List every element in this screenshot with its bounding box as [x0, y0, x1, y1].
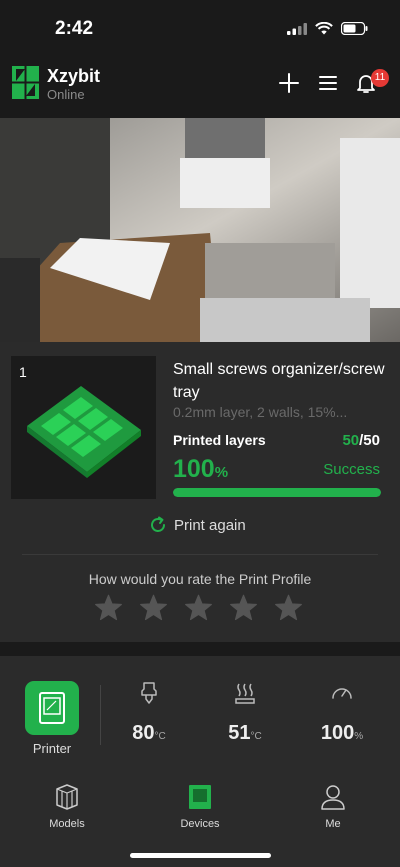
notification-badge: 11 — [371, 69, 389, 87]
tab-devices[interactable]: Devices — [160, 783, 240, 830]
cellular-signal-icon — [287, 22, 307, 35]
printer-button[interactable] — [25, 681, 79, 735]
job-status: Success — [323, 461, 380, 478]
print-job-panel: 1 Small screws organizer/screw tray 0.2m… — [0, 342, 400, 642]
camera-image — [0, 118, 400, 342]
model-preview-image — [27, 386, 141, 478]
divider — [22, 554, 378, 555]
bed-temp-value: 51°C — [205, 722, 285, 745]
app-name: Xzybit — [47, 66, 101, 86]
printed-layers-value: 50/50 — [342, 432, 380, 449]
app-header: Xzybit Online — [0, 58, 400, 118]
rating-title: How would you rate the Print Profile — [88, 571, 312, 587]
job-title: Small screws organizer/screw tray — [173, 361, 385, 401]
nozzle-temp-value: 80°C — [109, 722, 189, 745]
tab-me-label: Me — [325, 818, 341, 830]
job-number: 1 — [19, 364, 27, 380]
star-icon[interactable] — [94, 594, 123, 622]
menu-icon[interactable] — [316, 71, 340, 95]
nozzle-temp-stat[interactable]: 80°C — [109, 681, 189, 745]
status-icons — [287, 22, 368, 35]
xzybit-logo-icon — [12, 66, 39, 99]
battery-icon — [341, 22, 368, 35]
devices-icon — [189, 785, 211, 809]
printer-icon — [39, 692, 65, 724]
rating-stars — [94, 594, 303, 622]
bed-temp-stat[interactable]: 51°C — [205, 681, 285, 745]
star-icon[interactable] — [229, 594, 258, 622]
tab-models-label: Models — [49, 818, 85, 830]
printer-dock: Printer 80°C 51°C 100% Models Devices Me — [0, 656, 400, 867]
progress-percent-value: 100 — [173, 455, 215, 483]
nozzle-temp-number: 80 — [132, 722, 155, 744]
progress-percent: 100% — [173, 455, 228, 484]
tab-devices-label: Devices — [180, 818, 220, 830]
status-time: 2:42 — [55, 18, 94, 39]
progress-bar — [173, 488, 381, 497]
layers-total: /50 — [359, 432, 380, 449]
job-description: 0.2mm layer, 2 walls, 15%... — [173, 404, 348, 420]
star-icon[interactable] — [139, 594, 168, 622]
tab-models[interactable]: Models — [27, 783, 107, 830]
model-thumbnail[interactable]: 1 — [11, 356, 156, 499]
status-bar: 2:42 — [0, 0, 400, 58]
layers-current: 50 — [342, 432, 360, 449]
star-icon[interactable] — [274, 594, 303, 622]
camera-feed[interactable] — [0, 118, 400, 342]
connection-status: Online — [47, 87, 85, 102]
nozzle-temp-unit: °C — [154, 731, 166, 742]
models-icon — [56, 784, 78, 810]
nozzle-icon — [141, 682, 157, 704]
printed-layers-label: Printed layers — [173, 432, 266, 448]
heatbed-icon — [235, 683, 255, 704]
progress-bar-fill — [173, 488, 381, 497]
me-icon — [321, 785, 345, 810]
speed-gauge-icon — [332, 688, 352, 699]
refresh-icon — [151, 516, 165, 532]
home-indicator[interactable] — [130, 853, 271, 858]
speed-value: 100% — [302, 722, 382, 745]
print-again-button[interactable]: Print again — [149, 516, 246, 534]
bed-temp-number: 51 — [228, 722, 251, 744]
speed-unit: % — [354, 731, 364, 742]
print-again-label: Print again — [174, 516, 246, 534]
wifi-icon — [315, 22, 333, 35]
printer-label: Printer — [32, 741, 72, 756]
speed-stat[interactable]: 100% — [302, 681, 382, 745]
speed-number: 100 — [320, 722, 355, 744]
dock-divider — [100, 685, 101, 745]
bed-temp-unit: °C — [250, 731, 262, 742]
progress-percent-unit: % — [214, 464, 229, 481]
star-icon[interactable] — [184, 594, 213, 622]
plus-icon[interactable] — [277, 71, 301, 95]
tab-me[interactable]: Me — [293, 783, 373, 830]
